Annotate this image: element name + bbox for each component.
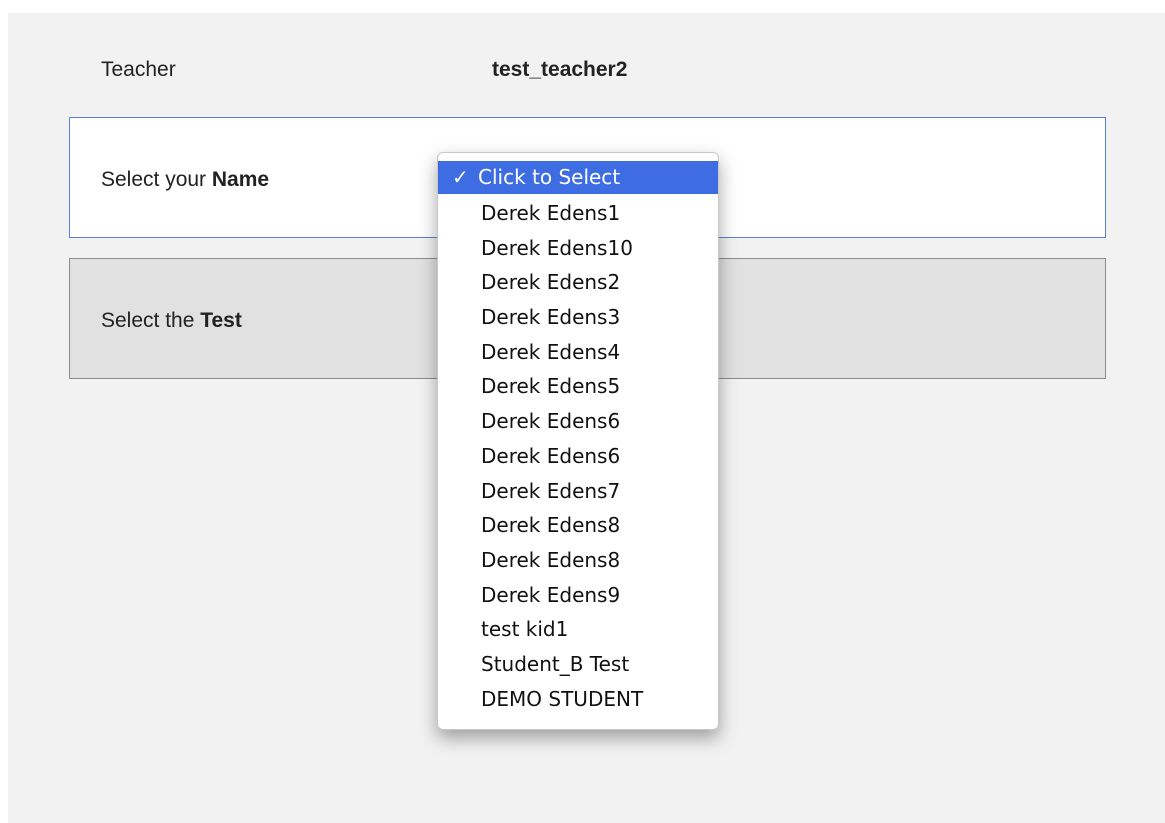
option-student[interactable]: Derek Edens3: [438, 300, 718, 335]
select-test-label: Select the Test: [101, 309, 242, 332]
option-student[interactable]: Derek Edens7: [438, 474, 718, 509]
option-student[interactable]: Student_B Test: [438, 647, 718, 682]
option-student[interactable]: Derek Edens10: [438, 231, 718, 266]
teacher-name: test_teacher2: [492, 58, 628, 81]
option-student[interactable]: Derek Edens1: [438, 196, 718, 231]
teacher-label: Teacher: [101, 58, 176, 81]
option-student[interactable]: Derek Edens5: [438, 369, 718, 404]
option-student[interactable]: Derek Edens6: [438, 439, 718, 474]
select-name-label: Select your Name: [101, 168, 270, 191]
option-student[interactable]: Derek Edens2: [438, 265, 718, 300]
option-student[interactable]: Derek Edens9: [438, 578, 718, 613]
option-click-to-select[interactable]: ✓ Click to Select: [438, 161, 718, 194]
checkmark-icon: ✓: [452, 165, 469, 189]
option-student[interactable]: Derek Edens8: [438, 508, 718, 543]
option-student[interactable]: Derek Edens6: [438, 404, 718, 439]
name-dropdown-list[interactable]: ✓ Click to Select Derek Edens1 Derek Eden…: [437, 152, 719, 730]
option-student[interactable]: Derek Edens8: [438, 543, 718, 578]
option-student[interactable]: DEMO STUDENT: [438, 682, 718, 717]
option-student[interactable]: Derek Edens4: [438, 335, 718, 370]
option-student[interactable]: test kid1: [438, 612, 718, 647]
